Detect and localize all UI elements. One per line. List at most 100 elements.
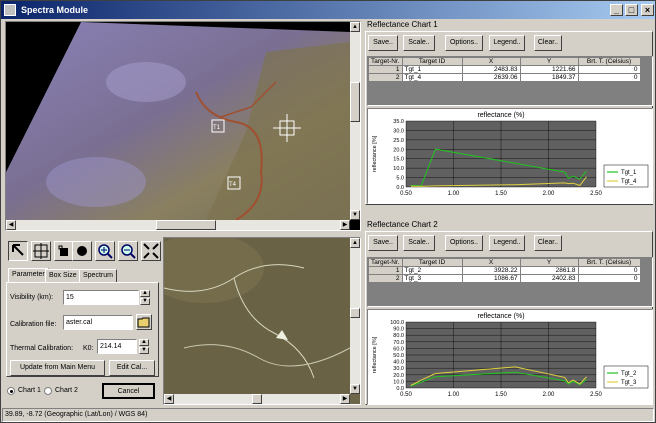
zoom-scroll-right-arrow-icon[interactable]: ▶ (340, 394, 350, 404)
y-tick-label: 10.0 (393, 166, 404, 172)
update-from-main-menu-button[interactable]: Update from Main Menu (10, 360, 105, 376)
col-target-id: Target ID (401, 258, 463, 267)
zoom-image-view[interactable]: ▲ ▼ ◀ ▶ (163, 237, 361, 405)
scroll-right-arrow-icon[interactable]: ▶ (340, 220, 350, 230)
row-y: 2861.8 (519, 266, 579, 275)
tab-box-size[interactable]: Box Size (45, 269, 81, 283)
x-tick-label: 2.50 (590, 191, 602, 197)
k0-input[interactable]: 214.14 (97, 339, 137, 354)
scroll-down-arrow-icon[interactable]: ▼ (350, 210, 360, 220)
row-target-id: Tgt_1 (401, 65, 463, 74)
radio-chart1[interactable] (7, 387, 15, 395)
folder-open-icon[interactable] (136, 314, 152, 330)
chart2-clear-button[interactable]: Clear.. (534, 235, 562, 251)
y-tick-label: 35.0 (393, 119, 404, 125)
visibility-input[interactable]: 15 (63, 290, 139, 305)
k0-spin-up-icon[interactable]: ▲ (139, 339, 149, 346)
scroll-thumb-h[interactable] (156, 220, 216, 230)
main-image-view[interactable]: T1 T4 ▲ ▼ ◀ ▶ (5, 21, 361, 231)
close-button[interactable]: × (641, 4, 654, 16)
cancel-button[interactable]: Cancel (102, 383, 155, 399)
zoom-in-icon[interactable] (95, 241, 115, 261)
legend-label: Tgt_2 (621, 371, 637, 377)
row-y: 2402.83 (519, 274, 579, 283)
y-tick-label: 30.0 (393, 128, 404, 134)
arrow-icon[interactable] (8, 241, 28, 261)
table-row[interactable]: 1 Tgt_1 2483.83 1221.66 0 (368, 65, 641, 74)
target-icon[interactable] (72, 241, 92, 261)
y-tick-label: 10.0 (393, 379, 404, 385)
row-nr: 2 (368, 73, 403, 82)
image-vertical-scrollbar[interactable]: ▲ ▼ (350, 22, 360, 220)
col-target-nr: Target-Nr. (368, 57, 403, 66)
y-tick-label: 40.0 (393, 360, 404, 366)
chart1-scale-button[interactable]: Scale.. (403, 35, 435, 51)
zoom-scroll-left-arrow-icon[interactable]: ◀ (164, 394, 174, 404)
row-y: 1221.66 (519, 65, 579, 74)
chart2-title: Reflectance Chart 2 (367, 220, 438, 229)
row-brt: 0 (577, 65, 641, 74)
table-row[interactable]: 2 Tgt_3 1086.67 2402.83 0 (368, 274, 641, 283)
radio-chart2-label: Chart 2 (55, 387, 78, 394)
edit-cal-button[interactable]: Edit Cal... (109, 360, 155, 376)
chart1-save-button[interactable]: Save.. (368, 35, 398, 51)
zoom-scroll-down-arrow-icon[interactable]: ▼ (350, 384, 360, 394)
chart2-table: Target-Nr. Target ID X Y Brt. T. (Celsiu… (368, 258, 641, 283)
zoom-scroll-up-arrow-icon[interactable]: ▲ (350, 238, 360, 248)
chart2-svg: reflectance (%)0.010.020.030.040.050.060… (372, 313, 649, 398)
x-tick-label: 0.50 (400, 392, 412, 398)
crosshair-icon[interactable] (31, 241, 51, 261)
zoom-horizontal-scrollbar[interactable]: ◀ ▶ (164, 394, 350, 404)
tab-parameter[interactable]: Parameter (8, 268, 49, 282)
chart1-legend-button[interactable]: Legend.. (489, 35, 525, 51)
chart1-table-container: Target-Nr. Target ID X Y Brt. T. (Celsiu… (367, 56, 653, 106)
tab-spectrum[interactable]: Spectrum (79, 269, 117, 283)
calibration-file-input[interactable]: aster.cal (63, 315, 133, 330)
row-brt: 0 (577, 266, 641, 275)
radio-chart2[interactable] (44, 387, 52, 395)
y-tick-label: 70.0 (393, 340, 404, 346)
chart-title: reflectance (%) (477, 112, 524, 119)
status-bar: 39.89, -8.72 (Geographic (Lat/Lon) / WGS… (2, 408, 654, 422)
zoom-out-icon[interactable] (118, 241, 138, 261)
chart2-save-button[interactable]: Save.. (368, 235, 398, 251)
chart1-options-button[interactable]: Options.. (445, 35, 483, 51)
k0-spin-down-icon[interactable]: ▼ (139, 347, 149, 354)
visibility-spin-up-icon[interactable]: ▲ (140, 290, 150, 297)
target-marker-t1-label: T1 (213, 125, 221, 131)
visibility-spin-down-icon[interactable]: ▼ (140, 298, 150, 305)
y-tick-label: 30.0 (393, 366, 404, 372)
chart1-clear-button[interactable]: Clear.. (534, 35, 562, 51)
row-y: 1849.37 (519, 73, 579, 82)
y-tick-label: 60.0 (393, 346, 404, 352)
chart2-legend-button[interactable]: Legend.. (489, 235, 525, 251)
window-title: Spectra Module (21, 5, 89, 15)
table-row[interactable]: 1 Tgt_2 3928.22 2861.8 0 (368, 266, 641, 275)
legend-label: Tgt_3 (621, 380, 637, 386)
y-tick-label: 80.0 (393, 333, 404, 339)
col-target-nr: Target-Nr. (368, 258, 403, 267)
minimize-button[interactable]: _ (610, 4, 623, 16)
legend-label: Tgt_4 (621, 179, 637, 185)
table-row[interactable]: 2 Tgt_4 2639.06 1849.37 0 (368, 73, 641, 82)
x-tick-label: 1.50 (495, 392, 507, 398)
x-tick-label: 2.00 (543, 191, 555, 197)
row-nr: 2 (368, 274, 403, 283)
calibration-label: Calibration file: (10, 321, 57, 328)
scroll-left-arrow-icon[interactable]: ◀ (6, 220, 16, 230)
x-tick-label: 2.50 (590, 392, 602, 398)
row-x: 3928.22 (461, 266, 521, 275)
zoom-scroll-thumb-h[interactable] (252, 394, 262, 404)
image-horizontal-scrollbar[interactable]: ◀ ▶ (6, 220, 350, 230)
row-brt: 0 (577, 73, 641, 82)
zoom-vertical-scrollbar[interactable]: ▲ ▼ (350, 238, 360, 394)
zoom-scroll-thumb[interactable] (350, 308, 360, 318)
chart2-options-button[interactable]: Options.. (445, 235, 483, 251)
scroll-thumb[interactable] (350, 82, 360, 122)
zoom-fit-icon[interactable] (141, 241, 161, 261)
pan-icon[interactable] (54, 241, 74, 261)
chart2-scale-button[interactable]: Scale.. (403, 235, 435, 251)
target-marker-t4-label: T4 (229, 182, 237, 188)
scroll-up-arrow-icon[interactable]: ▲ (350, 22, 360, 32)
maximize-button[interactable]: □ (625, 4, 638, 16)
